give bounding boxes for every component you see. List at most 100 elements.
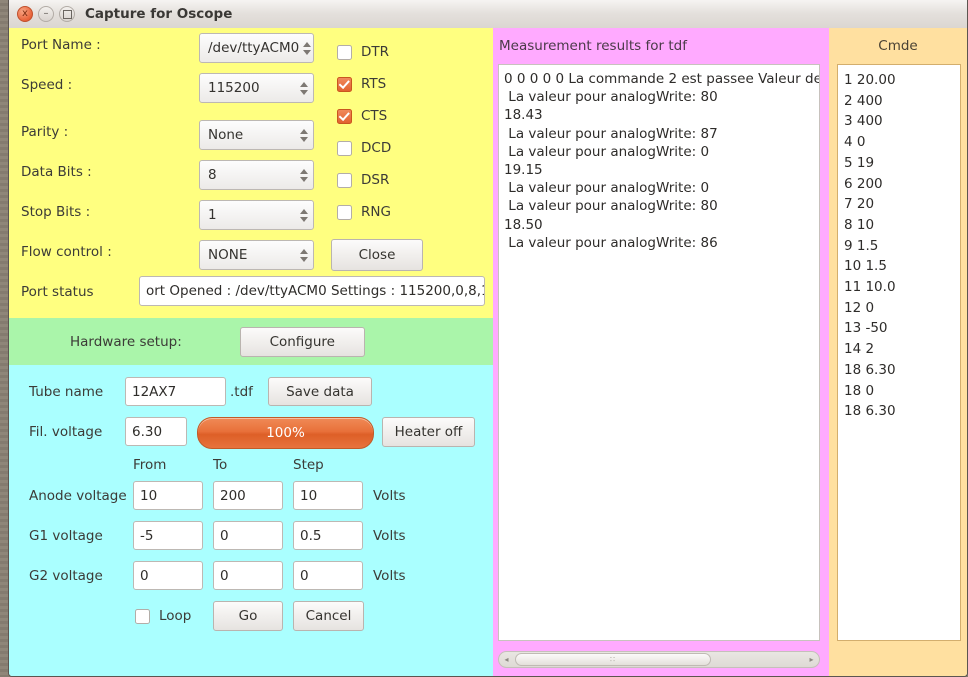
tube-name-input[interactable]: 12AX7 [125, 377, 226, 406]
scrollbar-thumb[interactable]: ∶∶ [515, 653, 711, 666]
g2-from-input[interactable]: 0 [133, 561, 203, 590]
measurement-results-panel: Measurement results for tdf 0 0 0 0 0 La… [493, 28, 829, 676]
checkbox-rts[interactable]: RTS [337, 76, 386, 92]
g1-from-input[interactable]: -5 [133, 521, 203, 550]
checkbox-dtr-label: DTR [361, 44, 390, 60]
measurement-horizontal-scrollbar[interactable]: ◂ ∶∶ ▸ [498, 651, 820, 668]
fil-voltage-input[interactable]: 6.30 [125, 417, 187, 446]
stop-bits-label: Stop Bits : [21, 204, 91, 220]
anode-to-input[interactable]: 200 [213, 481, 283, 510]
hardware-setup-panel: Hardware setup: Configure [9, 318, 493, 365]
list-item: 9 1.5 [844, 237, 879, 254]
anode-from-input[interactable]: 10 [133, 481, 203, 510]
list-item: 18 6.30 [844, 361, 896, 378]
window-controls: x – [9, 6, 75, 22]
parity-value: None [208, 127, 244, 143]
result-line: La valeur pour analogWrite: 80 [504, 89, 718, 106]
checkbox-dtr[interactable]: DTR [337, 44, 389, 60]
checkbox-cts[interactable]: CTS [337, 108, 387, 124]
cmde-panel: Cmde 1 20.00 2 400 3 400 4 0 5 19 6 200 … [829, 28, 967, 676]
g2-step-input[interactable]: 0 [293, 561, 363, 590]
cmde-list[interactable]: 1 20.00 2 400 3 400 4 0 5 19 6 200 7 20 … [837, 64, 961, 641]
configure-button[interactable]: Configure [239, 326, 365, 357]
port-status-label-row: Port status [21, 284, 94, 300]
hardware-setup-label: Hardware setup: [70, 333, 182, 350]
measurement-results-textarea[interactable]: 0 0 0 0 0 La commande 2 est passee Valeu… [498, 64, 820, 641]
g1-step-input[interactable]: 0.5 [293, 521, 363, 550]
flow-control-combo[interactable]: NONE [199, 240, 314, 270]
stop-bits-combo[interactable]: 1 [199, 200, 314, 230]
port-name-label: Port Name : [21, 37, 101, 53]
parity-combo[interactable]: None [199, 120, 314, 150]
window-content: Port Name : /dev/ttyACM0 Speed : 115200 … [9, 28, 967, 676]
result-line: 19.15 [504, 162, 543, 179]
close-port-button[interactable]: Close [331, 239, 423, 271]
list-item: 6 200 [844, 175, 883, 192]
speed-label: Speed : [21, 77, 73, 93]
parity-label-row: Parity : [21, 124, 68, 140]
port-status-label: Port status [21, 284, 94, 300]
port-name-label-row: Port Name : [21, 37, 101, 53]
scroll-right-arrow-icon[interactable]: ▸ [804, 655, 819, 664]
checkbox-rng-label: RNG [361, 204, 391, 220]
anode-voltage-label: Anode voltage [29, 488, 127, 504]
measurement-results-title: Measurement results for tdf [499, 38, 687, 54]
column-header-step: Step [293, 457, 324, 473]
checkbox-dsr[interactable]: DSR [337, 172, 389, 188]
spinner-arrows-icon[interactable] [299, 41, 312, 55]
stop-bits-value: 1 [208, 207, 217, 223]
checkbox-cts-box[interactable] [337, 108, 352, 124]
application-window: x – Capture for Oscope Port Name : /dev/… [8, 0, 968, 677]
result-line: La valeur pour analogWrite: 87 [504, 125, 718, 142]
speed-combo[interactable]: 115200 [199, 73, 314, 103]
checkbox-dtr-box[interactable] [337, 44, 352, 60]
minimize-window-icon[interactable]: – [38, 6, 54, 22]
g1-to-input[interactable]: 0 [213, 521, 283, 550]
spinner-arrows-icon[interactable] [296, 81, 308, 95]
maximize-window-icon[interactable] [59, 6, 75, 22]
tube-name-label: Tube name [29, 384, 104, 400]
result-line: 18.50 [504, 216, 543, 233]
g2-to-input[interactable]: 0 [213, 561, 283, 590]
spinner-arrows-icon[interactable] [296, 208, 308, 222]
stop-bits-label-row: Stop Bits : [21, 204, 90, 220]
heater-off-button[interactable]: Heater off [382, 417, 475, 447]
go-button[interactable]: Go [213, 601, 283, 631]
checkbox-rng-box[interactable] [337, 204, 352, 220]
heater-progress-bar: 100% [197, 417, 374, 449]
data-bits-label-row: Data Bits : [21, 164, 92, 180]
list-item: 10 1.5 [844, 258, 887, 275]
cancel-button[interactable]: Cancel [293, 601, 364, 631]
checkbox-loop[interactable]: Loop [135, 608, 191, 624]
data-bits-combo[interactable]: 8 [199, 160, 314, 190]
list-item: 18 0 [844, 382, 875, 399]
spinner-arrows-icon[interactable] [296, 248, 308, 262]
checkbox-rts-box[interactable] [337, 76, 352, 92]
list-item: 7 20 [844, 196, 875, 213]
anode-step-input[interactable]: 10 [293, 481, 363, 510]
checkbox-rng[interactable]: RNG [337, 204, 391, 220]
column-header-to: To [213, 457, 228, 473]
g1-unit-label: Volts [373, 528, 406, 544]
checkbox-loop-box[interactable] [135, 608, 150, 624]
serial-settings-panel: Port Name : /dev/ttyACM0 Speed : 115200 … [9, 28, 493, 318]
spinner-arrows-icon[interactable] [296, 128, 308, 142]
spinner-arrows-icon[interactable] [296, 168, 308, 182]
checkbox-dcd[interactable]: DCD [337, 140, 391, 156]
tube-setup-panel: Tube name 12AX7 .tdf Save data Fil. volt… [9, 365, 493, 676]
checkbox-dsr-box[interactable] [337, 172, 352, 188]
list-item: 4 0 [844, 134, 866, 151]
save-data-button[interactable]: Save data [268, 377, 372, 406]
tube-extension-label: .tdf [230, 384, 253, 400]
parity-label: Parity : [21, 124, 69, 140]
result-line: La valeur pour analogWrite: 0 [504, 143, 710, 160]
close-window-icon[interactable]: x [17, 6, 33, 22]
checkbox-rts-label: RTS [361, 76, 387, 92]
result-line: La valeur pour analogWrite: 80 [504, 198, 718, 215]
port-name-combo[interactable]: /dev/ttyACM0 [199, 33, 314, 63]
list-item: 18 6.30 [844, 403, 896, 420]
list-item: 5 19 [844, 154, 875, 171]
port-status-field[interactable]: ort Opened : /dev/ttyACM0 Settings : 115… [139, 276, 485, 306]
checkbox-dcd-box[interactable] [337, 140, 352, 156]
scroll-left-arrow-icon[interactable]: ◂ [499, 655, 514, 664]
